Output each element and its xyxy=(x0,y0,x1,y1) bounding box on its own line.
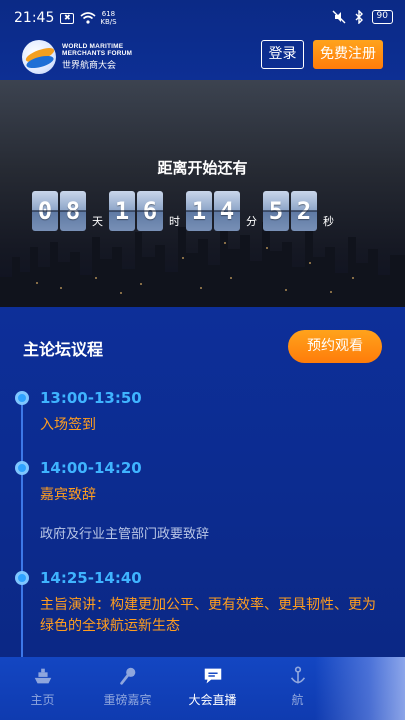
live-chat-icon xyxy=(204,668,221,684)
agenda-item-desc: 政府及行业主管部门政要致辞 xyxy=(40,527,210,542)
days-digits: 0 8 xyxy=(32,191,86,231)
seconds-digits: 5 2 xyxy=(263,191,317,231)
tab-live-label: 大会直播 xyxy=(188,693,237,707)
brand-logo[interactable]: WORLD MARITIME MERCHANTS FORUM 世界航商大会 xyxy=(22,40,142,74)
ship-icon xyxy=(34,668,51,684)
countdown-banner: 距离开始还有 0 8 天 1 6 时 1 4 分 5 2 秒 xyxy=(0,80,405,307)
days-unit: 天 xyxy=(92,215,103,228)
tab-live[interactable]: 大会直播 xyxy=(170,657,255,720)
timeline-dot-icon xyxy=(15,461,29,475)
brand-name-en: WORLD MARITIME MERCHANTS FORUM xyxy=(62,43,133,57)
wifi-icon xyxy=(80,12,96,24)
bluetooth-icon xyxy=(355,10,363,24)
seconds-digit: 2 xyxy=(291,191,317,231)
hours-digits: 1 6 xyxy=(109,191,163,231)
reserve-watch-button[interactable]: 预约观看 xyxy=(288,330,382,363)
brand-text: WORLD MARITIME MERCHANTS FORUM 世界航商大会 xyxy=(62,43,142,71)
seconds-digit: 5 xyxy=(263,191,289,231)
agenda-item-title: 主旨演讲：构建更加公平、更有效率、更具韧性、更为绿色的全球航运新生态 xyxy=(40,597,376,634)
login-button[interactable]: 登录 xyxy=(261,40,304,69)
battery-indicator: 90 xyxy=(371,10,393,24)
app-header: 21:45 ✖ 618 KB/S 90 WORLD MARITIME MERCH… xyxy=(0,0,405,80)
microphone-icon xyxy=(119,667,135,685)
anchor-icon xyxy=(290,666,305,684)
tab-scroll-fade xyxy=(315,657,405,720)
network-speed: 618 KB/S xyxy=(100,10,116,26)
minutes-digit: 1 xyxy=(186,191,212,231)
tab-guests[interactable]: 重磅嘉宾 xyxy=(85,657,170,720)
agenda-item-title: 嘉宾致辞 xyxy=(40,487,96,503)
network-speed-unit: KB/S xyxy=(100,18,117,26)
days-digit: 0 xyxy=(32,191,58,231)
timeline-dot-icon xyxy=(15,571,29,585)
timeline-line xyxy=(21,397,23,667)
status-time: 21:45 xyxy=(14,10,55,26)
tab-home-label: 主页 xyxy=(30,693,55,707)
notification-icon: ✖ xyxy=(60,12,75,24)
agenda-item-time: 14:25-14:40 xyxy=(40,569,142,587)
minutes-digits: 1 4 xyxy=(186,191,240,231)
status-bar: 21:45 ✖ 618 KB/S 90 xyxy=(0,0,405,36)
agenda-title: 主论坛议程 xyxy=(23,340,104,359)
hours-unit: 时 xyxy=(169,215,180,228)
agenda-section: 主论坛议程 预约观看 13:00-13:50 入场签到 14:00-14:20 … xyxy=(0,307,405,667)
network-speed-value: 618 xyxy=(101,10,116,18)
register-button[interactable]: 免费注册 xyxy=(313,40,383,69)
hours-digit: 6 xyxy=(137,191,163,231)
agenda-item-title: 入场签到 xyxy=(40,417,96,433)
status-right: 90 xyxy=(332,10,393,24)
agenda-item-time: 14:00-14:20 xyxy=(40,459,142,477)
agenda-item-time: 13:00-13:50 xyxy=(40,389,142,407)
seconds-unit: 秒 xyxy=(323,215,334,228)
tab-guests-label: 重磅嘉宾 xyxy=(103,693,152,707)
logo-icon xyxy=(22,40,56,74)
minutes-digit: 4 xyxy=(214,191,240,231)
countdown-title: 距离开始还有 xyxy=(157,159,248,177)
countdown-timer: 0 8 天 1 6 时 1 4 分 5 2 秒 xyxy=(32,190,340,232)
mute-icon xyxy=(332,10,346,24)
timeline-dot-icon xyxy=(15,391,29,405)
minutes-unit: 分 xyxy=(246,215,257,228)
days-digit: 8 xyxy=(60,191,86,231)
hours-digit: 1 xyxy=(109,191,135,231)
tab-home[interactable]: 主页 xyxy=(0,657,85,720)
brand-name-cn: 世界航商大会 xyxy=(62,61,117,71)
